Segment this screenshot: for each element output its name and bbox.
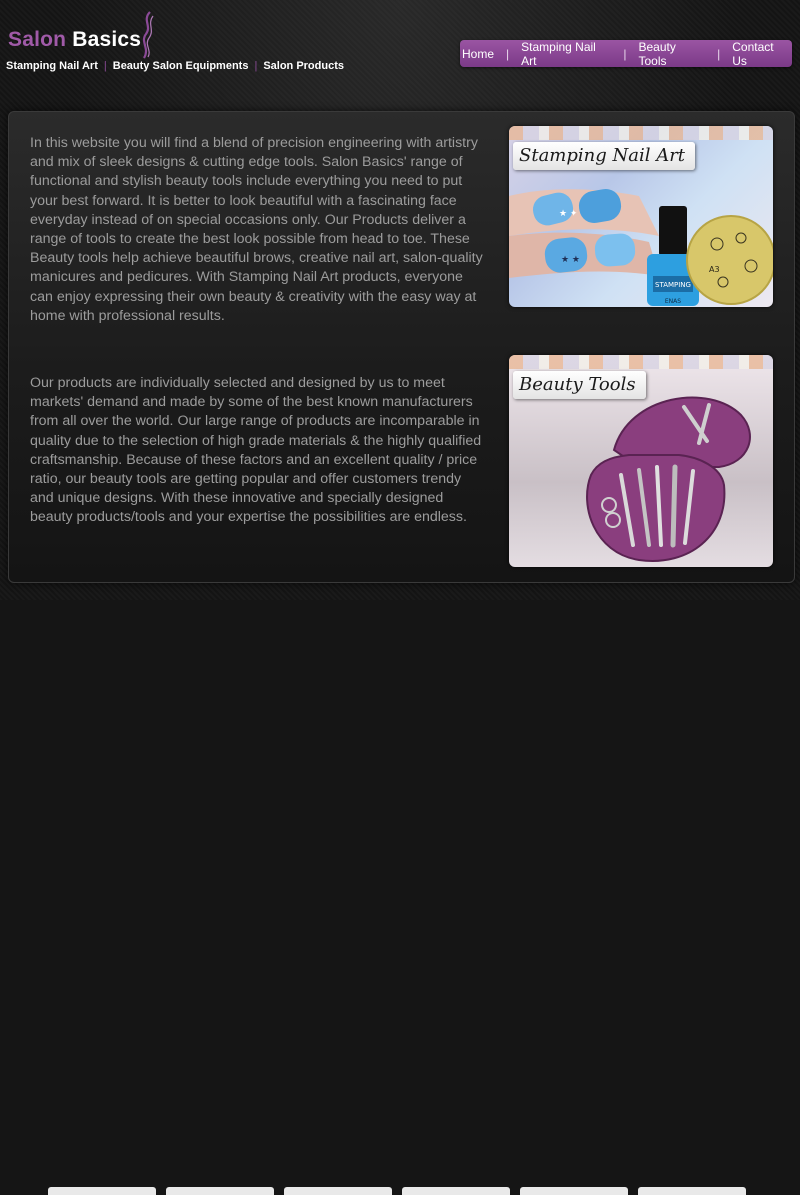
- svg-text:★ ★: ★ ★: [561, 255, 580, 265]
- bottom-thumbnail-strip: [0, 592, 800, 1195]
- stamping-card-label: Stamping Nail Art: [513, 142, 696, 170]
- intro-paragraph-2: Our products are individually selected a…: [30, 375, 482, 526]
- category-separator: |: [103, 60, 107, 72]
- category-link-stamping[interactable]: Stamping Nail Art: [6, 60, 98, 72]
- stamping-nail-art-card[interactable]: ★ ✦ ★ ★ STAMPING ENAS A3 Stamping Nail A…: [509, 126, 773, 307]
- nav-separator: |: [506, 46, 510, 61]
- svg-text:★ ✦: ★ ✦: [559, 209, 578, 219]
- category-link-salon-products[interactable]: Salon Products: [263, 60, 344, 72]
- logo-text-basics: Basics: [72, 28, 142, 51]
- bottom-thumbnail[interactable]: [284, 1187, 392, 1195]
- main-nav: Home | Stamping Nail Art | Beauty Tools …: [460, 40, 792, 68]
- category-links: Stamping Nail Art | Beauty Salon Equipment…: [6, 60, 344, 72]
- nav-home[interactable]: Home: [460, 47, 496, 61]
- logo-text-salon: Salon: [8, 28, 73, 51]
- nav-separator: |: [623, 46, 627, 61]
- nav-contact-us[interactable]: Contact Us: [730, 40, 792, 68]
- bottle-label: STAMPING: [655, 281, 691, 289]
- bottom-thumbnail[interactable]: [166, 1187, 274, 1195]
- site-logo[interactable]: Salon Basics: [8, 28, 141, 52]
- nav-stamping-nail-art[interactable]: Stamping Nail Art: [519, 40, 613, 68]
- bottom-thumbnail[interactable]: [520, 1187, 628, 1195]
- nav-separator: |: [717, 46, 721, 61]
- bottle-brand: ENAS: [665, 298, 681, 305]
- nav-beauty-tools[interactable]: Beauty Tools: [636, 40, 707, 68]
- bottom-thumbnail[interactable]: [48, 1187, 156, 1195]
- intro-paragraph-1: In this website you will find a blend of…: [30, 135, 483, 324]
- plate-code: A3: [709, 265, 720, 274]
- bottom-thumbnail[interactable]: [638, 1187, 746, 1195]
- beauty-tools-card[interactable]: Beauty Tools: [509, 355, 773, 567]
- logo-swirl-icon: [142, 11, 154, 59]
- category-link-beauty-salon-equipments[interactable]: Beauty Salon Equipments: [113, 60, 249, 72]
- category-separator: |: [254, 60, 258, 72]
- bottom-thumbnail[interactable]: [402, 1187, 510, 1195]
- beauty-card-label: Beauty Tools: [513, 371, 646, 399]
